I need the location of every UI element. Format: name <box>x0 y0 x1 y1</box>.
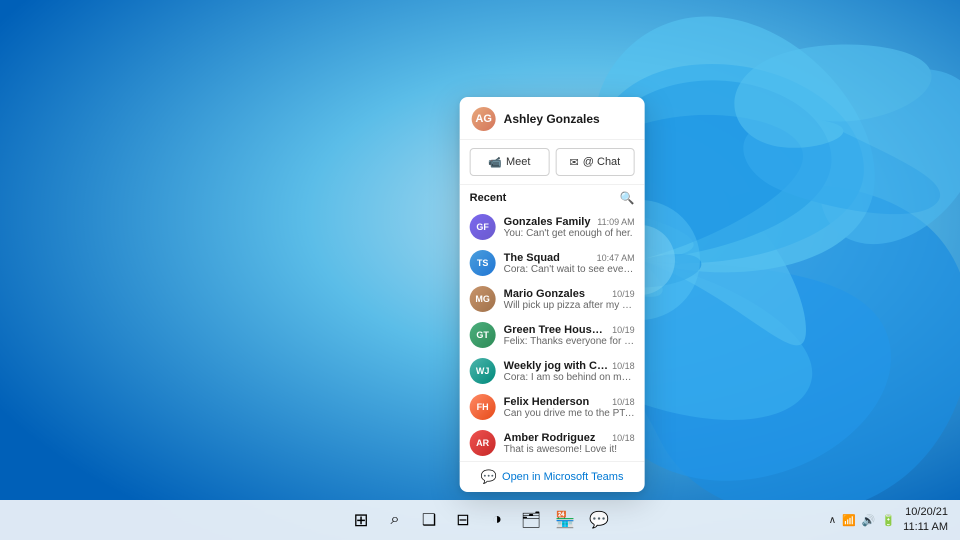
taskbar-icon-store[interactable]: 🏪 <box>551 506 579 534</box>
chat-message: You: Can't get enough of her. <box>504 228 635 239</box>
open-teams-button[interactable]: 💬 Open in Microsoft Teams <box>460 461 645 492</box>
chat-list-item[interactable]: MG Mario Gonzales 10/19Will pick up pizza … <box>460 281 645 317</box>
volume-icon[interactable]: 🔊 <box>862 514 876 527</box>
chevron-icon[interactable]: ∧ <box>829 515 836 526</box>
taskbar-icon-taskview[interactable]: ❑ <box>415 506 443 534</box>
chat-popup: AG Ashley Gonzales 📹 Meet ✉ @ Chat Recen… <box>460 97 645 492</box>
taskbar-center: ⊞⌕❑⊟◑🗂🏪💬 <box>347 506 613 534</box>
chat-avatar: GT <box>470 322 496 348</box>
clock-time: 11:11 AM <box>903 520 948 535</box>
chat-name: Weekly jog with Cora <box>504 360 608 372</box>
chat-avatar: GF <box>470 214 496 240</box>
chat-name: Amber Rodriguez <box>504 432 596 444</box>
chat-content: Amber Rodriguez 10/18That is awesome! Lov… <box>504 432 635 455</box>
system-tray: ∧ 📶 🔊 🔋 <box>829 514 895 527</box>
chat-time: 10/18 <box>612 433 635 443</box>
meet-icon: 📹 <box>488 156 502 169</box>
chat-content: Green Tree House PTA 10/19Felix: Thanks e… <box>504 324 635 347</box>
chat-name: The Squad <box>504 252 560 264</box>
taskbar-icon-search[interactable]: ⌕ <box>381 506 409 534</box>
chat-avatar: AR <box>470 430 496 456</box>
taskbar-icon-widgets[interactable]: ⊟ <box>449 506 477 534</box>
chat-content: Mario Gonzales 10/19Will pick up pizza af… <box>504 288 635 311</box>
user-avatar: AG <box>472 107 496 131</box>
chat-list-item[interactable]: GF Gonzales Family 11:09 AMYou: Can't get … <box>460 209 645 245</box>
taskbar: ⊞⌕❑⊟◑🗂🏪💬 ∧ 📶 🔊 🔋 10/20/21 11:11 AM <box>0 500 960 540</box>
chat-message: Cora: Can't wait to see everyone! <box>504 264 635 275</box>
chat-content: Weekly jog with Cora 10/18Cora: I am so b… <box>504 360 635 383</box>
chat-avatar: MG <box>470 286 496 312</box>
chat-avatar: TS <box>470 250 496 276</box>
action-buttons: 📹 Meet ✉ @ Chat <box>460 140 645 185</box>
chat-list-item[interactable]: WJ Weekly jog with Cora 10/18Cora: I am so… <box>460 353 645 389</box>
meet-button[interactable]: 📹 Meet <box>470 148 550 176</box>
chat-message: That is awesome! Love it! <box>504 444 635 455</box>
chat-message: Will pick up pizza after my practice. <box>504 300 635 311</box>
chat-content: The Squad 10:47 AMCora: Can't wait to see… <box>504 252 635 275</box>
popup-username: Ashley Gonzales <box>504 112 600 126</box>
chat-time: 10/19 <box>612 325 635 335</box>
chat-list-item[interactable]: AR Amber Rodriguez 10/18That is awesome! L… <box>460 425 645 461</box>
chat-name: Green Tree House PTA <box>504 324 608 336</box>
taskbar-icon-file-explorer[interactable]: 🗂 <box>517 506 545 534</box>
battery-icon[interactable]: 🔋 <box>881 514 895 527</box>
recent-section: Recent 🔍 GF Gonzales Family 11:09 AMYou: C… <box>460 185 645 461</box>
desktop: AG Ashley Gonzales 📹 Meet ✉ @ Chat Recen… <box>0 0 960 540</box>
recent-label: Recent <box>470 192 507 204</box>
recent-header: Recent 🔍 <box>460 191 645 209</box>
taskbar-icon-edge[interactable]: ◑ <box>483 506 511 534</box>
chat-message: Cora: I am so behind on my step goals. <box>504 372 635 383</box>
chat-icon: ✉ <box>570 156 579 169</box>
clock-date: 10/20/21 <box>903 505 948 520</box>
chat-avatar: WJ <box>470 358 496 384</box>
search-icon[interactable]: 🔍 <box>620 191 635 205</box>
chat-message: Felix: Thanks everyone for attending tod… <box>504 336 635 347</box>
chat-list-item[interactable]: TS The Squad 10:47 AMCora: Can't wait to s… <box>460 245 645 281</box>
chat-content: Felix Henderson 10/18Can you drive me to … <box>504 396 635 419</box>
taskbar-icon-teams-chat[interactable]: 💬 <box>585 506 613 534</box>
chat-content: Gonzales Family 11:09 AMYou: Can't get en… <box>504 216 635 239</box>
chat-name: Mario Gonzales <box>504 288 585 300</box>
chat-time: 10/18 <box>612 397 635 407</box>
chat-avatar: FH <box>470 394 496 420</box>
teams-icon: 💬 <box>481 469 497 485</box>
chat-name: Felix Henderson <box>504 396 590 408</box>
taskbar-right: ∧ 📶 🔊 🔋 10/20/21 11:11 AM <box>829 505 948 536</box>
chat-time: 11:09 AM <box>597 217 634 227</box>
chat-time: 10/19 <box>612 289 635 299</box>
chat-button[interactable]: ✉ @ Chat <box>555 148 635 176</box>
chat-list: GF Gonzales Family 11:09 AMYou: Can't get … <box>460 209 645 461</box>
chat-list-item[interactable]: GT Green Tree House PTA 10/19Felix: Thanks… <box>460 317 645 353</box>
chat-time: 10:47 AM <box>597 253 635 263</box>
popup-header: AG Ashley Gonzales <box>460 97 645 140</box>
taskbar-icon-start[interactable]: ⊞ <box>347 506 375 534</box>
chat-name: Gonzales Family <box>504 216 591 228</box>
wifi-icon[interactable]: 📶 <box>842 514 856 527</box>
clock[interactable]: 10/20/21 11:11 AM <box>903 505 948 536</box>
chat-time: 10/18 <box>612 361 635 371</box>
chat-message: Can you drive me to the PTA today? <box>504 408 635 419</box>
chat-list-item[interactable]: FH Felix Henderson 10/18Can you drive me t… <box>460 389 645 425</box>
